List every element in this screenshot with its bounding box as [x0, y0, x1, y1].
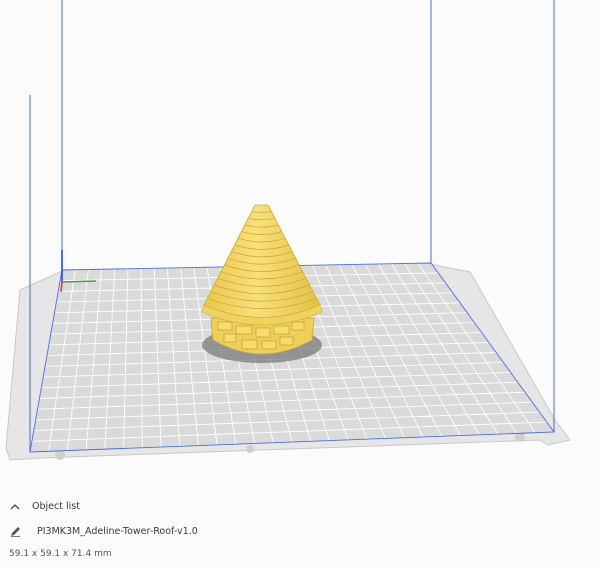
- y-axis: [61, 280, 97, 283]
- chevron-up-icon: [10, 503, 20, 510]
- object-name: PI3MK3M_Adeline-Tower-Roof-v1.0: [37, 526, 198, 537]
- model-tower-roof[interactable]: [201, 204, 323, 363]
- object-dimensions: 59.1 x 59.1 x 71.4 mm: [9, 549, 112, 559]
- object-dimensions-row: 59.1 x 59.1 x 71.4 mm: [9, 549, 112, 559]
- pencil-icon[interactable]: [10, 526, 21, 537]
- 3d-viewport[interactable]: [0, 0, 600, 490]
- object-list-title: Object list: [32, 501, 80, 512]
- x-axis: [60, 281, 63, 293]
- object-list-toggle[interactable]: Object list: [10, 501, 80, 512]
- object-panel: Object list PI3MK3M_Adeline-Tower-Roof-v…: [0, 490, 600, 567]
- object-list-item[interactable]: PI3MK3M_Adeline-Tower-Roof-v1.0: [10, 526, 198, 537]
